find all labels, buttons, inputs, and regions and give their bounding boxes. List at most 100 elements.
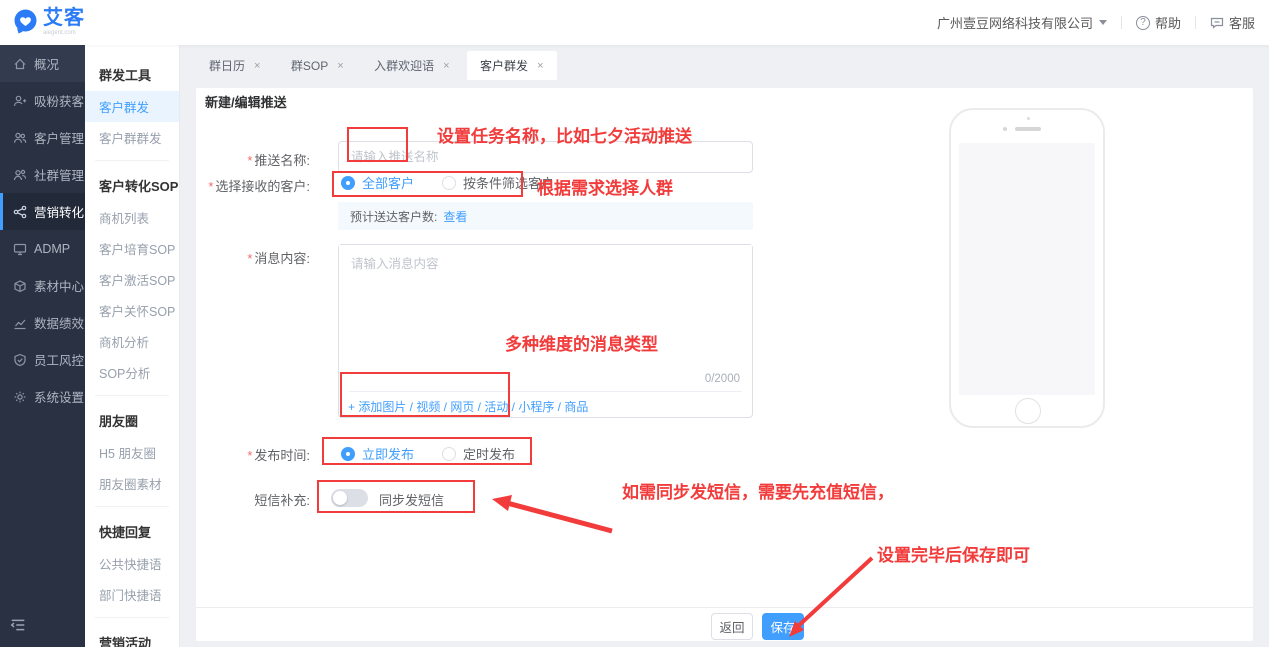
sidebar-item-system-settings[interactable]: 系统设置 (0, 378, 85, 415)
required-mark: * (247, 153, 252, 168)
submenu-item-group-mass-send[interactable]: 客户群群发 (85, 122, 179, 153)
sms-label: 短信补充: (178, 490, 310, 509)
estimate-view-link[interactable]: 查看 (443, 208, 467, 225)
annotation-sms-tip: 如需同步发短信，需要先充值短信， (622, 478, 894, 503)
sidebar-item-label: 社群管理 (34, 165, 84, 184)
close-icon[interactable]: × (337, 60, 343, 72)
add-attachment-link[interactable]: + 添加图片 / 视频 / 网页 / 活动 / 小程序 / 商品 (348, 398, 588, 415)
sidebar-item-community-mgmt[interactable]: 社群管理 (0, 156, 85, 193)
tab-label: 客户群发 (480, 57, 528, 74)
annotation-audience-tip: 根据需求选择人群 (537, 174, 673, 199)
radio-label: 立即发布 (362, 444, 414, 463)
submenu-item-customer-mass-send[interactable]: 客户群发 (85, 91, 179, 122)
submenu-section-title: 客户转化SOP (85, 168, 179, 202)
close-icon[interactable]: × (443, 60, 449, 72)
sidebar-item-label: 数据绩效 (34, 313, 84, 332)
primary-sidebar: 概况 吸粉获客 客户管理 社群管理 营销转化 ADMP 素材中心 数据绩效 (0, 45, 85, 647)
back-button[interactable]: 返回 (711, 613, 753, 640)
app-root: 艾客 aiegent.com 广州壹豆网络科技有限公司 ? 帮助 (0, 0, 1269, 647)
tab-customer-mass-send[interactable]: 客户群发 × (467, 51, 556, 80)
sidebar-item-admp[interactable]: ADMP (0, 230, 85, 267)
logo[interactable]: 艾客 aiegent.com (12, 8, 85, 40)
tab-label: 群SOP (291, 57, 328, 74)
submenu-item-care-sop[interactable]: 客户关怀SOP (85, 295, 179, 326)
submenu-item-nurture-sop[interactable]: 客户培育SOP (85, 233, 179, 264)
sidebar-item-overview[interactable]: 概况 (0, 45, 85, 82)
submenu-section-title: 朋友圈 (85, 403, 179, 437)
toggle-knob (333, 491, 347, 505)
tab-label: 群日历 (209, 57, 245, 74)
radio-label: 定时发布 (463, 444, 515, 463)
submenu-item-sop-analysis[interactable]: SOP分析 (85, 357, 179, 388)
submenu-item-opportunity-list[interactable]: 商机列表 (85, 202, 179, 233)
submenu-item-activation-sop[interactable]: 客户激活SOP (85, 264, 179, 295)
secondary-menu: 群发工具 客户群发 客户群群发 客户转化SOP 商机列表 客户培育SOP 客户激… (85, 45, 180, 647)
submenu-item-moments-material[interactable]: 朋友圈素材 (85, 468, 179, 499)
logo-pin-icon (12, 8, 39, 40)
customer-service-button[interactable]: 客服 (1210, 13, 1255, 32)
submenu-item-opportunity-analysis[interactable]: 商机分析 (85, 326, 179, 357)
sidebar-item-material-center[interactable]: 素材中心 (0, 267, 85, 304)
save-button[interactable]: 保存 (762, 613, 804, 640)
radio-publish-scheduled[interactable]: 定时发布 (442, 444, 515, 463)
box-icon (13, 279, 27, 293)
submenu-section-title: 群发工具 (85, 57, 179, 91)
push-name-label: *推送名称: (178, 150, 310, 169)
header-separator (1121, 16, 1122, 29)
radio-dot (341, 176, 355, 190)
radio-publish-now[interactable]: 立即发布 (341, 444, 414, 463)
page-title: 新建/编辑推送 (205, 92, 287, 111)
sidebar-item-label: 员工风控 (34, 350, 84, 369)
sidebar-collapse-icon[interactable] (10, 617, 26, 638)
sidebar-item-customer-mgmt[interactable]: 客户管理 (0, 119, 85, 156)
users-icon (13, 131, 27, 145)
help-button[interactable]: ? 帮助 (1136, 13, 1181, 32)
chat-bubble-icon (1210, 16, 1224, 30)
estimate-box: 预计送达客户数: 查看 (338, 202, 753, 230)
tab-group-sop[interactable]: 群SOP × (278, 51, 357, 80)
logo-text: 艾客 (43, 8, 85, 28)
required-mark: * (247, 448, 252, 463)
submenu-section-title: 营销活动 (85, 625, 179, 647)
logo-subtext: aiegent.com (43, 30, 85, 36)
phone-home-button (1015, 398, 1041, 424)
radio-dot (341, 447, 355, 461)
submenu-section-title: 快捷回复 (85, 514, 179, 548)
annotation-save-tip: 设置完毕后保存即可 (877, 541, 1030, 566)
phone-preview (949, 108, 1105, 428)
help-label: 帮助 (1155, 13, 1181, 32)
divider (95, 160, 169, 161)
sidebar-item-label: ADMP (34, 242, 70, 256)
tab-join-welcome[interactable]: 入群欢迎语 × (361, 51, 462, 80)
close-icon[interactable]: × (537, 60, 543, 72)
company-dropdown[interactable]: 广州壹豆网络科技有限公司 (937, 13, 1107, 32)
submenu-item-dept-quick-reply[interactable]: 部门快捷语 (85, 579, 179, 610)
submenu-item-h5-moments[interactable]: H5 朋友圈 (85, 437, 179, 468)
home-icon (13, 57, 27, 71)
sidebar-item-staff-risk[interactable]: 员工风控 (0, 341, 85, 378)
user-add-icon (13, 94, 27, 108)
close-icon[interactable]: × (254, 60, 260, 72)
monitor-icon (13, 242, 27, 256)
sidebar-item-label: 系统设置 (34, 387, 84, 406)
shield-icon (13, 353, 27, 367)
submenu-item-public-quick-reply[interactable]: 公共快捷语 (85, 548, 179, 579)
top-header: 艾客 aiegent.com 广州壹豆网络科技有限公司 ? 帮助 (0, 0, 1269, 45)
sidebar-item-label: 吸粉获客 (34, 91, 84, 110)
radio-label: 全部客户 (362, 173, 414, 192)
share-icon (13, 205, 27, 219)
divider (349, 391, 742, 392)
radio-all-customers[interactable]: 全部客户 (341, 173, 414, 192)
tab-group-calendar[interactable]: 群日历 × (196, 51, 273, 80)
audience-label: *选择接收的客户: (178, 176, 310, 195)
divider (95, 395, 169, 396)
radio-dot (442, 447, 456, 461)
char-count: 0/2000 (705, 373, 740, 385)
sidebar-item-data-performance[interactable]: 数据绩效 (0, 304, 85, 341)
sidebar-item-marketing[interactable]: 营销转化 (0, 193, 85, 230)
sms-toggle[interactable] (331, 489, 368, 507)
sidebar-item-acquisition[interactable]: 吸粉获客 (0, 82, 85, 119)
sms-toggle-label: 同步发短信 (379, 490, 444, 509)
radio-dot (442, 176, 456, 190)
required-mark: * (247, 251, 252, 266)
